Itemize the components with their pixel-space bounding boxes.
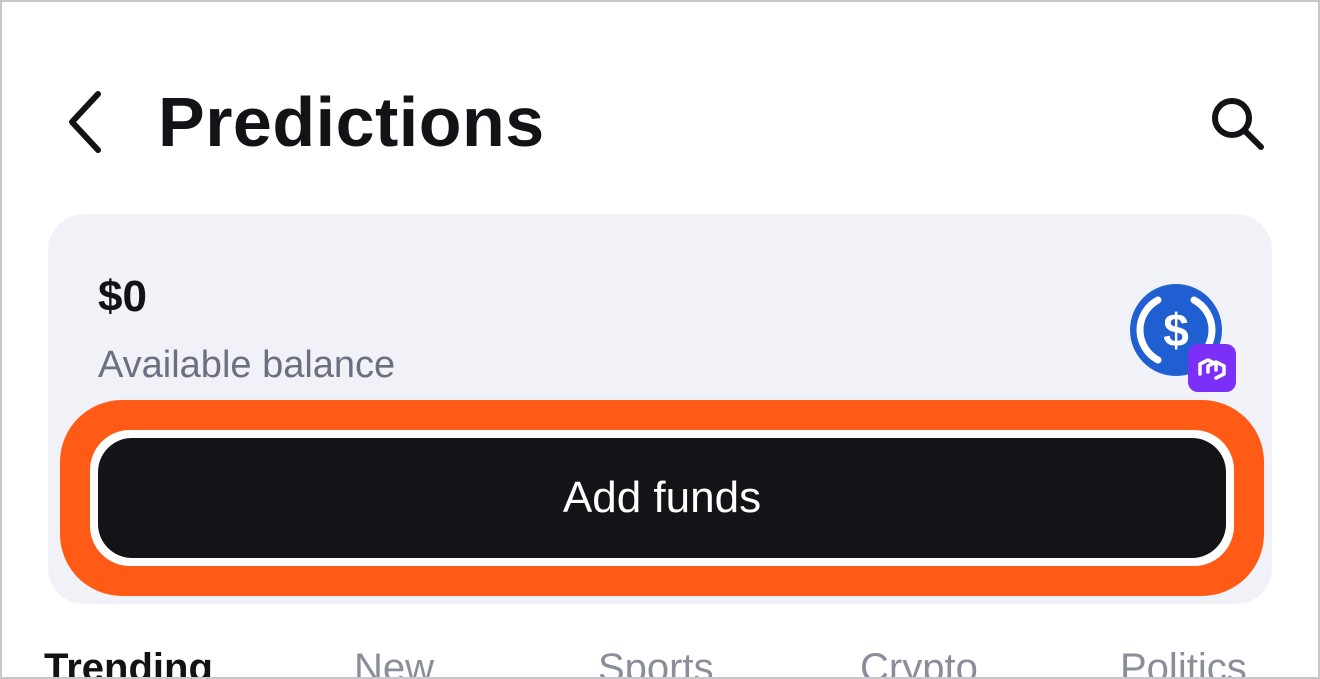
category-tabs: Trending New Sports Crypto Politics	[2, 646, 1318, 677]
tab-new[interactable]: New	[354, 646, 434, 677]
add-funds-button[interactable]: Add funds	[98, 438, 1226, 558]
tab-sports[interactable]: Sports	[598, 646, 714, 677]
search-icon	[1212, 98, 1264, 150]
polygon-icon	[1188, 344, 1236, 392]
token-badge: $	[1128, 284, 1238, 394]
search-button[interactable]	[1202, 88, 1272, 158]
balance-label: Available balance	[98, 344, 396, 386]
page-title: Predictions	[158, 83, 545, 161]
tab-crypto[interactable]: Crypto	[860, 646, 978, 677]
tab-trending[interactable]: Trending	[44, 646, 213, 677]
svg-text:$: $	[1163, 304, 1189, 356]
chevron-left-icon	[69, 91, 101, 153]
tab-politics[interactable]: Politics	[1120, 646, 1247, 677]
app-screen: Predictions $0 Available balance $ Add f…	[0, 0, 1320, 679]
balance-amount: $0	[98, 272, 147, 321]
back-button[interactable]	[54, 82, 114, 162]
header: Predictions	[2, 72, 1318, 172]
